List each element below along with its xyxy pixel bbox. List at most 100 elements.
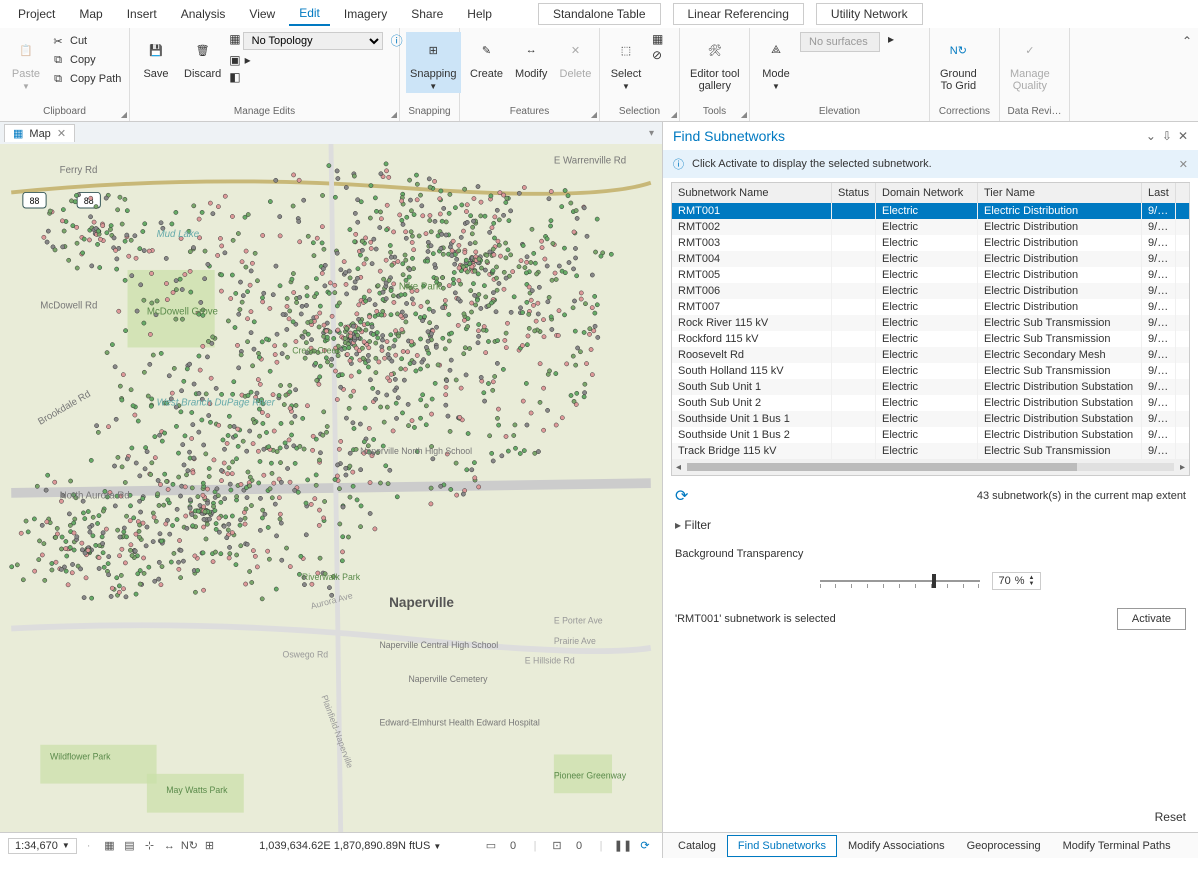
table-row[interactable]: Roosevelt RdElectricElectric Secondary M… — [672, 347, 1189, 363]
sb-selected-icon[interactable]: ▭ — [482, 837, 500, 855]
sb-correction-icon[interactable]: N↻ — [180, 837, 198, 855]
col-last[interactable]: Last — [1142, 183, 1176, 203]
clear-selection-icon[interactable]: ⊘ — [652, 48, 663, 62]
table-row[interactable]: RMT005ElectricElectric Distribution9/10 — [672, 267, 1189, 283]
attributes-icon[interactable]: ▦ — [652, 32, 663, 46]
sb-snapping-icon[interactable]: ⊡ — [548, 837, 566, 855]
table-row[interactable]: Southside Unit 1 Bus 2ElectricElectric D… — [672, 427, 1189, 443]
manage-quality-button[interactable]: ✓ Manage Quality — [1006, 32, 1054, 94]
dialog-launcher-icon[interactable]: ◢ — [671, 110, 677, 119]
sb-grid-icon[interactable]: ▤ — [120, 837, 138, 855]
dialog-launcher-icon[interactable]: ◢ — [741, 110, 747, 119]
menu-view[interactable]: View — [239, 3, 285, 25]
h-scrollbar[interactable]: ◂ ▸ — [672, 459, 1189, 475]
refresh-icon[interactable]: ⟳ — [675, 486, 688, 506]
col-subnetwork-name[interactable]: Subnetwork Name — [672, 183, 832, 203]
copy-button[interactable]: ⧉Copy — [50, 51, 121, 69]
context-tab-linear-referencing[interactable]: Linear Referencing — [673, 3, 804, 25]
copy-path-button[interactable]: ⧉Copy Path — [50, 70, 121, 88]
panel-menu-icon[interactable]: ⌄ — [1146, 129, 1156, 143]
reset-button[interactable]: Reset — [1155, 810, 1186, 824]
editor-gallery-button[interactable]: 🛠 Editor tool gallery — [686, 32, 744, 94]
bottom-tab-find-subnetworks[interactable]: Find Subnetworks — [727, 835, 837, 857]
dialog-launcher-icon[interactable]: ◢ — [591, 110, 597, 119]
get-z-icon[interactable]: ▸ — [888, 32, 894, 46]
table-row[interactable]: Rock River 115 kVElectricElectric Sub Tr… — [672, 315, 1189, 331]
chevron-down-icon[interactable]: ▼ — [433, 842, 441, 851]
transparency-slider[interactable] — [820, 580, 980, 582]
dialog-launcher-icon[interactable]: ◢ — [391, 110, 397, 119]
bottom-tab-modify-associations[interactable]: Modify Associations — [837, 835, 956, 857]
topology-select[interactable]: No Topology — [243, 32, 383, 50]
table-row[interactable]: RMT007ElectricElectric Distribution9/10 — [672, 299, 1189, 315]
cut-button[interactable]: ✂Cut — [50, 32, 121, 50]
collapse-ribbon-icon[interactable]: ⌃ — [1182, 34, 1192, 48]
scale-input[interactable]: 1:34,670 ▼ — [8, 838, 77, 854]
sb-snap-icon[interactable]: ⊹ — [140, 837, 158, 855]
menu-share[interactable]: Share — [401, 3, 453, 25]
table-row[interactable]: South Sub Unit 2ElectricElectric Distrib… — [672, 395, 1189, 411]
svg-text:E Warrenville Rd: E Warrenville Rd — [554, 155, 626, 166]
delete-button[interactable]: ✕ Delete — [555, 32, 595, 82]
validate-icon[interactable]: ▸ — [245, 53, 251, 67]
select-button[interactable]: ⬚ Select ▼ — [606, 32, 646, 93]
modify-button[interactable]: ↔ Modify — [511, 32, 551, 82]
discard-button[interactable]: 🗑 Discard — [180, 32, 225, 82]
sb-refresh-icon[interactable]: ⟳ — [636, 837, 654, 855]
close-icon[interactable]: ✕ — [57, 127, 66, 140]
sb-dynamic-icon[interactable]: ⊞ — [200, 837, 218, 855]
table-body[interactable]: RMT001ElectricElectric Distribution9/10R… — [672, 203, 1189, 459]
col-domain[interactable]: Domain Network — [876, 183, 978, 203]
scroll-thumb[interactable] — [687, 463, 1077, 471]
chevron-down-icon[interactable]: ▼ — [62, 841, 70, 850]
snapping-button[interactable]: ⊞ Snapping ▼ — [406, 32, 461, 93]
menu-edit[interactable]: Edit — [289, 2, 330, 26]
pin-icon[interactable]: ⇩ — [1162, 129, 1172, 143]
table-row[interactable]: RMT004ElectricElectric Distribution9/10 — [672, 251, 1189, 267]
close-icon[interactable]: ✕ — [1178, 129, 1188, 143]
transparency-input[interactable]: 70 % ▲▼ — [992, 572, 1042, 590]
menu-help[interactable]: Help — [457, 3, 502, 25]
menu-imagery[interactable]: Imagery — [334, 3, 397, 25]
context-tab-standalone-table[interactable]: Standalone Table — [538, 3, 661, 25]
sb-constraints-icon[interactable]: ↔ — [160, 837, 178, 855]
table-row[interactable]: RMT002ElectricElectric Distribution9/10 — [672, 219, 1189, 235]
col-status[interactable]: Status — [832, 183, 876, 203]
dialog-launcher-icon[interactable]: ◢ — [121, 110, 127, 119]
table-row[interactable]: RMT003ElectricElectric Distribution9/10 — [672, 235, 1189, 251]
status-icon[interactable]: ⓘ — [391, 32, 403, 49]
filter-toggle[interactable]: Filter — [663, 512, 1198, 538]
menu-insert[interactable]: Insert — [117, 3, 167, 25]
error-inspector-icon[interactable]: ▣ — [229, 53, 240, 67]
menu-project[interactable]: Project — [8, 3, 65, 25]
table-row[interactable]: Track Bridge 115 kVElectricElectric Sub … — [672, 443, 1189, 459]
create-button[interactable]: ✎ Create — [466, 32, 507, 82]
table-row[interactable]: Rockford 115 kVElectricElectric Sub Tran… — [672, 331, 1189, 347]
dismiss-icon[interactable]: ✕ — [1179, 158, 1188, 171]
spin-down-icon[interactable]: ▼ — [1029, 581, 1035, 587]
menu-analysis[interactable]: Analysis — [171, 3, 236, 25]
surface-select[interactable]: No surfaces — [800, 32, 880, 52]
table-row[interactable]: RMT001ElectricElectric Distribution9/10 — [672, 203, 1189, 219]
sb-pause-icon[interactable]: ❚❚ — [614, 837, 632, 855]
bottom-tab-catalog[interactable]: Catalog — [667, 835, 727, 857]
table-row[interactable]: South Holland 115 kVElectricElectric Sub… — [672, 363, 1189, 379]
sb-rotation-icon[interactable]: ▦ — [100, 837, 118, 855]
activate-button[interactable]: Activate — [1117, 608, 1186, 630]
table-row[interactable]: South Sub Unit 1ElectricElectric Distrib… — [672, 379, 1189, 395]
map-menu-chevron-icon[interactable]: ▾ — [649, 128, 654, 139]
menu-map[interactable]: Map — [69, 3, 112, 25]
bottom-tab-modify-terminal-paths[interactable]: Modify Terminal Paths — [1052, 835, 1182, 857]
context-tab-utility-network[interactable]: Utility Network — [816, 3, 923, 25]
paste-button[interactable]: 📋 Paste ▼ — [6, 32, 46, 93]
col-tier[interactable]: Tier Name — [978, 183, 1142, 203]
save-button[interactable]: 💾 Save — [136, 32, 176, 82]
mode-button[interactable]: ⟁ Mode ▼ — [756, 32, 796, 93]
ground-to-grid-button[interactable]: N↻ Ground To Grid — [936, 32, 981, 94]
bottom-tab-geoprocessing[interactable]: Geoprocessing — [956, 835, 1052, 857]
table-row[interactable]: RMT006ElectricElectric Distribution9/10 — [672, 283, 1189, 299]
map-canvas[interactable]: 88 88 Ferry Rd E Warrenville Rd Mud Lake… — [0, 144, 662, 832]
quality-icon[interactable]: ◧ — [229, 70, 240, 84]
map-tab[interactable]: ▦ Map ✕ — [4, 124, 75, 142]
table-row[interactable]: Southside Unit 1 Bus 1ElectricElectric D… — [672, 411, 1189, 427]
